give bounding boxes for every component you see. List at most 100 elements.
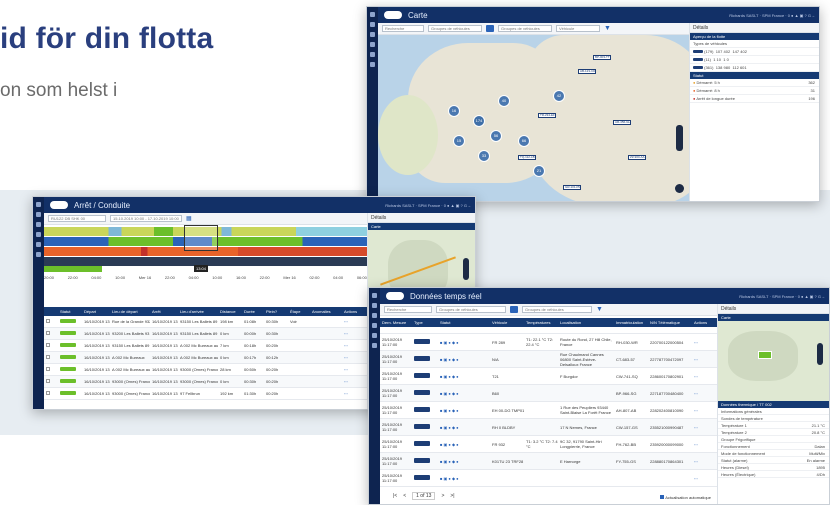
stage[interactable]: Voir: [288, 319, 310, 324]
alert-icon[interactable]: [372, 333, 377, 338]
table-row[interactable]: 16/10/2019 13:06:0093150 Les Ballets 89 …: [44, 340, 367, 352]
search-input[interactable]: Recherche: [384, 306, 432, 313]
vehicle-marker[interactable]: AR-456-GH: [613, 120, 631, 125]
clock-icon[interactable]: [370, 32, 375, 37]
funnel-icon[interactable]: ▼: [596, 306, 603, 313]
table-row[interactable]: 25/10/2019 11:17:00 ■ ▣ ● ◆ ● EH 00-DG TMP…: [380, 402, 717, 419]
vehicle[interactable]: RH 0 BLDBY: [490, 425, 524, 430]
vehicle-group-select-2[interactable]: Groupes de véhicules: [522, 306, 592, 313]
alert-icon[interactable]: [36, 242, 41, 247]
table-row[interactable]: 16/10/2019 13:06:00A 002 Mc Bureaux aux …: [44, 364, 367, 376]
table-row[interactable]: 25/10/2019 11:17:00 ■ ▣ ● ◆ ● N/A Rue Chaul…: [380, 351, 717, 368]
vehicle-group-select[interactable]: Groupes de véhicules: [428, 25, 482, 32]
first-page-button[interactable]: |<: [393, 493, 397, 499]
cluster-pin[interactable]: 16: [448, 105, 460, 117]
row-actions-button[interactable]: ···: [692, 374, 710, 379]
cluster-pin[interactable]: 66: [518, 135, 530, 147]
date-range-input[interactable]: 15.10.2019 10:00 - 17.10.2019 10:00: [110, 215, 182, 222]
row-checkbox[interactable]: [46, 379, 50, 383]
table-row[interactable]: 16/10/2019 13:06:0093000 (Ornes) France1…: [44, 388, 367, 400]
vehicle[interactable]: FR 289: [490, 340, 524, 345]
table-row[interactable]: 16/10/2019 13:06:00A 002 Mc Bureaux 16/10…: [44, 352, 367, 364]
settings-icon[interactable]: [372, 343, 377, 348]
header-user-info[interactable]: Richards SASLT · SPM France · 0 ● ▲ ▣ ? …: [739, 294, 825, 299]
chart-icon[interactable]: [372, 323, 377, 328]
filter-row[interactable]: [380, 327, 717, 334]
status-row[interactable]: ● Démarré: 8 h 31: [690, 87, 819, 95]
filter-button[interactable]: [486, 25, 494, 32]
row-actions-button[interactable]: ···: [342, 379, 362, 384]
filter-button[interactable]: [510, 306, 518, 313]
fleet-overview-bar[interactable]: Aperçu de la flotte: [690, 33, 819, 40]
cluster-pin[interactable]: 56: [490, 130, 502, 142]
header-user-info[interactable]: Richards SASLT · SPM France · 0 ● ▲ ▣ ? …: [729, 13, 815, 18]
row-actions-button[interactable]: ···: [692, 442, 710, 447]
row-actions-button[interactable]: ···: [342, 355, 362, 360]
zoom-control[interactable]: [817, 343, 823, 365]
clock-icon[interactable]: [372, 313, 377, 318]
status-row[interactable]: ● Arrêt de longue durée 196: [690, 95, 819, 103]
prev-page-button[interactable]: <: [403, 493, 406, 499]
vehicle-marker[interactable]: GR-101-PM: [563, 185, 581, 190]
status-bar[interactable]: Statut: [690, 72, 819, 79]
vehicle-select[interactable]: Véhicule: [556, 25, 600, 32]
vehicle-marker[interactable]: AB-123-CD: [578, 69, 596, 74]
row-checkbox[interactable]: [46, 343, 50, 347]
mini-map[interactable]: [718, 321, 829, 401]
row-actions-button[interactable]: ···: [692, 357, 710, 362]
cluster-pin[interactable]: 174: [473, 115, 485, 127]
last-page-button[interactable]: >|: [450, 493, 454, 499]
vehicle[interactable]: B60: [490, 391, 524, 396]
chart-icon[interactable]: [36, 232, 41, 237]
vehicle[interactable]: K01TU 23 TRF28: [490, 459, 524, 464]
row-checkbox[interactable]: [46, 355, 50, 359]
vehicle-marker[interactable]: TR-234-EF: [538, 113, 556, 118]
table-row[interactable]: 25/10/2019 11:17:00 ■ ▣ ● ◆ ● K01TU 23 TRF…: [380, 453, 717, 470]
table-row[interactable]: 25/10/2019 11:17:00 ■ ▣ ● ◆ ● FR 932 T1: 3.…: [380, 436, 717, 453]
settings-icon[interactable]: [36, 252, 41, 257]
row-actions-button[interactable]: ···: [342, 331, 362, 336]
table-row[interactable]: 25/10/2019 11:17:00 ■ ▣ ● ◆ ● T21 F Burgdor…: [380, 368, 717, 385]
row-actions-button[interactable]: ···: [692, 340, 710, 345]
truck-icon[interactable]: [370, 22, 375, 27]
cluster-pin[interactable]: 42: [553, 90, 565, 102]
map-icon[interactable]: [372, 293, 377, 298]
vehicle-input[interactable]: RU122 DB SHK 00: [48, 215, 106, 222]
row-actions-button[interactable]: ···: [342, 343, 362, 348]
map-bar[interactable]: Carte: [368, 223, 475, 230]
row-actions-button[interactable]: ···: [692, 459, 710, 464]
fleet-map[interactable]: 174 40 56 33 66 42 15 21 16 AB-123-CD TR…: [378, 35, 689, 201]
row-actions-button[interactable]: ···: [342, 319, 362, 324]
map-icon[interactable]: [370, 12, 375, 17]
next-page-button[interactable]: >: [441, 493, 444, 499]
vehicle[interactable]: T21: [490, 374, 524, 379]
vehicle-group-select-2[interactable]: Groupes de véhicules: [498, 25, 552, 32]
table-row[interactable]: 25/10/2019 11:17:00 ■ ▣ ● ◆ ● RH 0 BLDBY 17…: [380, 419, 717, 436]
chart-icon[interactable]: [370, 42, 375, 47]
vehicle[interactable]: FR 932: [490, 442, 524, 447]
row-actions-button[interactable]: ···: [692, 391, 710, 396]
vehicle-marker[interactable]: [758, 351, 772, 359]
cluster-pin[interactable]: 33: [478, 150, 490, 162]
timeline-selection[interactable]: [184, 225, 218, 251]
row-actions-button[interactable]: ···: [342, 391, 362, 396]
funnel-icon[interactable]: ▼: [604, 25, 611, 32]
row-checkbox[interactable]: [46, 331, 50, 335]
truck-icon[interactable]: [372, 303, 377, 308]
table-row[interactable]: 25/10/2019 11:17:00 ■ ▣ ● ◆ ● ···: [380, 470, 717, 487]
auto-update-toggle[interactable]: Actualisation automatique: [660, 495, 711, 500]
header-user-info[interactable]: Richards SASLT · SPM France · 0 ● ▲ ▣ ? …: [385, 203, 471, 208]
row-actions-button[interactable]: ···: [692, 425, 710, 430]
truck-icon[interactable]: [36, 212, 41, 217]
vehicle[interactable]: EH 00-DG TMP01: [490, 408, 524, 413]
calendar-icon[interactable]: ▦: [186, 215, 192, 222]
vehicle-group-select[interactable]: Groupes de véhicules: [436, 306, 506, 313]
table-row[interactable]: 16/10/2019 13:06:00Rue de la Grande 9320…: [44, 316, 367, 328]
vehicle-marker[interactable]: BP-003-TT: [593, 55, 611, 60]
row-checkbox[interactable]: [46, 391, 50, 395]
locate-button[interactable]: [675, 184, 684, 193]
map-bar[interactable]: Carte: [718, 314, 829, 321]
search-input[interactable]: Recherche: [382, 25, 424, 32]
cluster-pin[interactable]: 15: [453, 135, 465, 147]
zoom-control[interactable]: [676, 125, 683, 151]
